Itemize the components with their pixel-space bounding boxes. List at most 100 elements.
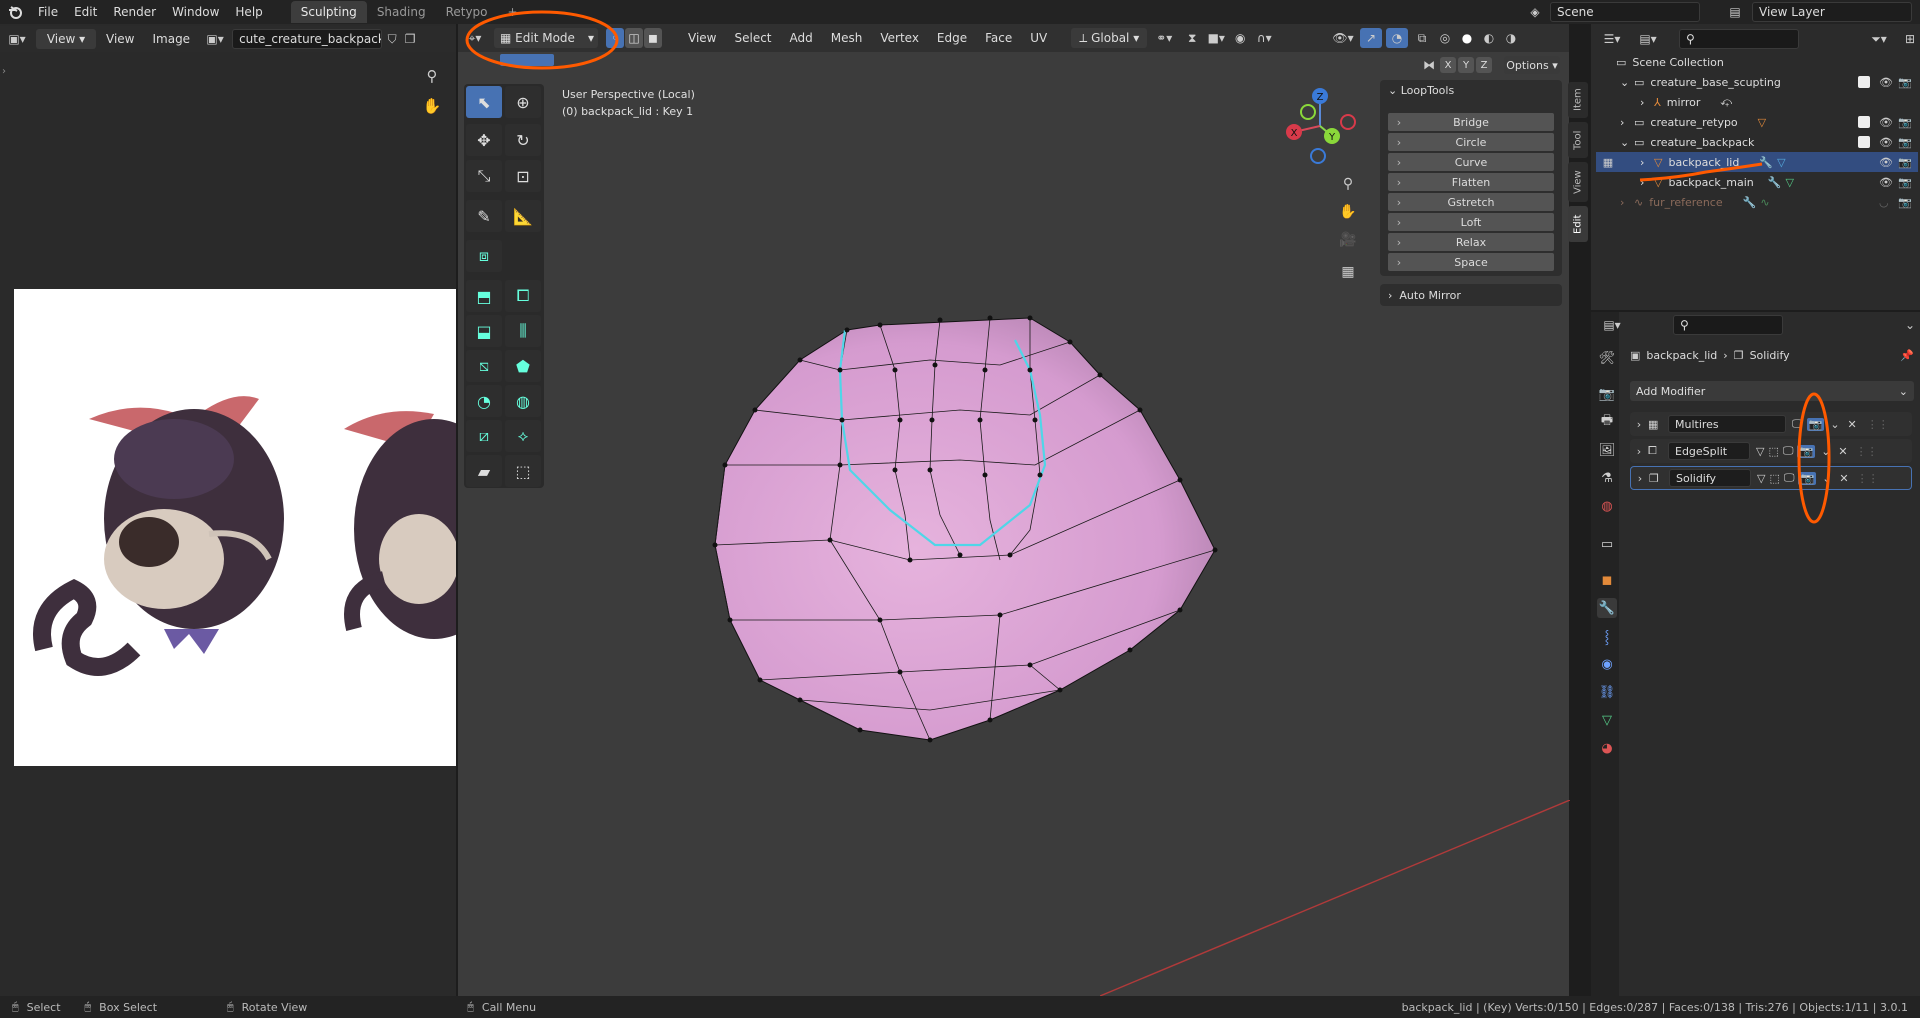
overlay-icon[interactable]: ◔ <box>1386 28 1408 48</box>
vp-menu-select[interactable]: Select <box>726 31 779 45</box>
tab-view[interactable]: View <box>1568 162 1588 202</box>
inset-tool-icon[interactable]: ⧠ <box>505 280 541 312</box>
eye-icon[interactable]: 👁 <box>1879 156 1893 169</box>
menu-render[interactable]: Render <box>105 0 164 24</box>
drag-handle-icon[interactable]: ⋮⋮ <box>1867 418 1889 431</box>
visibility-icon[interactable]: 👁▾ <box>1330 31 1356 45</box>
properties-search[interactable]: ⚲ <box>1673 315 1783 335</box>
navigation-gizmo[interactable]: Z X Y <box>1278 84 1362 168</box>
outliner-editor-icon[interactable]: ☰▾ <box>1597 32 1627 46</box>
new-collection-icon[interactable]: ⊞ <box>1900 32 1920 46</box>
xray-icon[interactable]: ⧉ <box>1412 31 1432 46</box>
tab-sculpting[interactable]: Sculpting <box>290 1 367 23</box>
modifier-props-icon[interactable]: 🔧 <box>1597 598 1617 618</box>
spin-tool-icon[interactable]: ◔ <box>466 385 502 417</box>
drag-handle-icon[interactable]: ⋮⋮ <box>1856 445 1878 458</box>
checkbox-icon[interactable] <box>1858 116 1870 128</box>
smooth-tool-icon[interactable]: ◍ <box>505 385 541 417</box>
gizmo-toggle-icon[interactable]: ↗ <box>1360 28 1382 48</box>
view-layer-field[interactable]: View Layer <box>1752 2 1912 22</box>
modifier-name-field[interactable]: Multires <box>1668 415 1786 433</box>
select-tool-icon[interactable]: ⬉ <box>466 86 502 118</box>
data-props-icon[interactable]: ▽ <box>1597 710 1617 730</box>
menu-edit[interactable]: Edit <box>66 0 105 24</box>
outliner-search[interactable]: ⚲ <box>1679 29 1799 49</box>
transform-tool-icon[interactable]: ⊡ <box>505 160 541 192</box>
looptools-header[interactable]: ⌄ LoopTools <box>1388 84 1558 97</box>
duplicate-image-icon[interactable]: ❐ <box>402 32 418 46</box>
image-name-field[interactable]: cute_creature_backpack.jpg <box>232 29 383 49</box>
mirror-z-toggle[interactable]: Z <box>1476 57 1492 73</box>
checkbox-icon[interactable] <box>1858 76 1870 88</box>
eye-icon[interactable]: 👁 <box>1879 116 1893 129</box>
view-layer-selector[interactable]: ▤ View Layer <box>1722 2 1918 22</box>
tab-item[interactable]: Item <box>1568 82 1588 118</box>
expand-right-icon[interactable]: › <box>1630 418 1648 431</box>
modifier-multires[interactable]: › ▦ Multires 🖵 📷 ⌄ ✕ ⋮⋮ <box>1630 412 1912 436</box>
edit-mode-indicator-icon[interactable]: ▦ <box>1600 156 1616 169</box>
camera-view-icon[interactable]: 🎥 <box>1336 228 1360 252</box>
eye-closed-icon[interactable]: ◡ <box>1879 196 1889 209</box>
menu-help[interactable]: Help <box>227 0 270 24</box>
display-mode-icon[interactable]: ▤▾ <box>1633 32 1663 46</box>
view-mode-dropdown[interactable]: View ▾ <box>36 29 96 49</box>
outliner-row-creature-retypo[interactable]: › ▭ creature_retypo ▽ 👁 📷 <box>1596 112 1918 132</box>
scene-collection-row[interactable]: ▭ Scene Collection <box>1596 52 1918 72</box>
modifier-name-field[interactable]: EdgeSplit <box>1668 442 1750 460</box>
annotate-tool-icon[interactable]: ✎ <box>466 200 502 232</box>
image-browse-icon[interactable]: ▣▾ <box>200 32 230 46</box>
vp-menu-edge[interactable]: Edge <box>929 31 975 45</box>
scene-selector[interactable]: ◈ Scene <box>1524 2 1704 22</box>
looptools-flatten[interactable]: › Flatten <box>1388 173 1554 191</box>
scale-tool-icon[interactable]: ⤡ <box>466 160 502 192</box>
world-props-icon[interactable]: ◍ <box>1597 496 1617 516</box>
bevel-tool-icon[interactable]: ⬓ <box>466 315 502 347</box>
vp-menu-vertex[interactable]: Vertex <box>872 31 927 45</box>
looptools-bridge[interactable]: › Bridge <box>1388 113 1554 131</box>
cage-icon[interactable]: ⬚ <box>1769 472 1779 485</box>
drag-handle-icon[interactable]: ⋮⋮ <box>1857 472 1879 485</box>
tab-tool[interactable]: Tool <box>1568 122 1588 158</box>
tab-edit[interactable]: Edit <box>1568 206 1588 242</box>
mirror-x-toggle[interactable]: X <box>1440 57 1456 73</box>
output-props-icon[interactable]: 🖶 <box>1597 412 1617 432</box>
tool-props-icon[interactable]: 🛠 <box>1597 348 1617 368</box>
particles-props-icon[interactable]: ⸾ <box>1597 626 1617 646</box>
pivot-icon[interactable]: ⚭▾ <box>1149 31 1179 45</box>
looptools-circle[interactable]: › Circle <box>1388 133 1554 151</box>
expand-right-icon[interactable]: › <box>1630 445 1648 458</box>
expand-right-icon[interactable]: › <box>1620 116 1634 129</box>
vp-menu-mesh[interactable]: Mesh <box>823 31 871 45</box>
add-cube-tool-icon[interactable]: ⧈ <box>466 240 502 272</box>
solid-shading-icon[interactable]: ● <box>1458 31 1476 45</box>
object-props-icon[interactable]: ◼ <box>1597 570 1617 590</box>
outliner-row-creature-base[interactable]: ⌄ ▭ creature_base_scupting 👁 📷 <box>1596 72 1918 92</box>
looptools-loft[interactable]: › Loft <box>1388 213 1554 231</box>
expand-down-icon[interactable]: ⌄ <box>1620 136 1634 149</box>
pan-hand-icon[interactable]: ✋ <box>420 94 444 118</box>
looptools-curve[interactable]: › Curve <box>1388 153 1554 171</box>
snap-icon[interactable]: ⧗ <box>1181 31 1203 46</box>
constraints-props-icon[interactable]: ⛓ <box>1597 682 1617 702</box>
extrude-tool-icon[interactable]: ⬒ <box>466 280 502 312</box>
rotate-tool-icon[interactable]: ↻ <box>505 124 541 156</box>
toolbar-expand-icon[interactable]: › <box>0 66 8 77</box>
outliner-row-creature-backpack[interactable]: ⌄ ▭ creature_backpack 👁 📷 <box>1596 132 1918 152</box>
options-dropdown[interactable]: Options ▾ <box>1504 56 1560 74</box>
camera-icon[interactable]: 📷 <box>1898 76 1912 89</box>
camera-icon[interactable]: 📷 <box>1898 136 1912 149</box>
close-icon[interactable]: ✕ <box>1848 418 1857 431</box>
add-modifier-dropdown[interactable]: Add Modifier ⌄ <box>1630 381 1914 401</box>
zoom-view-icon[interactable]: ⚲ <box>1336 172 1360 196</box>
edge-slide-tool-icon[interactable]: ⧄ <box>466 420 502 452</box>
collection-props-icon[interactable]: ▭ <box>1597 534 1617 554</box>
cage-icon[interactable]: ⬚ <box>1768 445 1778 458</box>
face-select-icon[interactable]: ◼ <box>644 28 662 48</box>
orientation-dropdown[interactable]: ⟂ Global ▾ <box>1071 28 1148 48</box>
expand-right-icon[interactable]: › <box>1631 472 1649 485</box>
outliner-row-fur-reference[interactable]: › ∿ fur_reference 🔧 ∿ ◡ 📷 <box>1596 192 1918 212</box>
modifier-edgesplit[interactable]: › ⧠ EdgeSplit ▽ ⬚ 🖵 📷 ⌄ ✕ ⋮⋮ <box>1630 439 1912 463</box>
move-tool-icon[interactable]: ✥ <box>466 124 502 156</box>
scene-field[interactable]: Scene <box>1550 2 1700 22</box>
camera-icon[interactable]: 📷 <box>1898 196 1912 209</box>
